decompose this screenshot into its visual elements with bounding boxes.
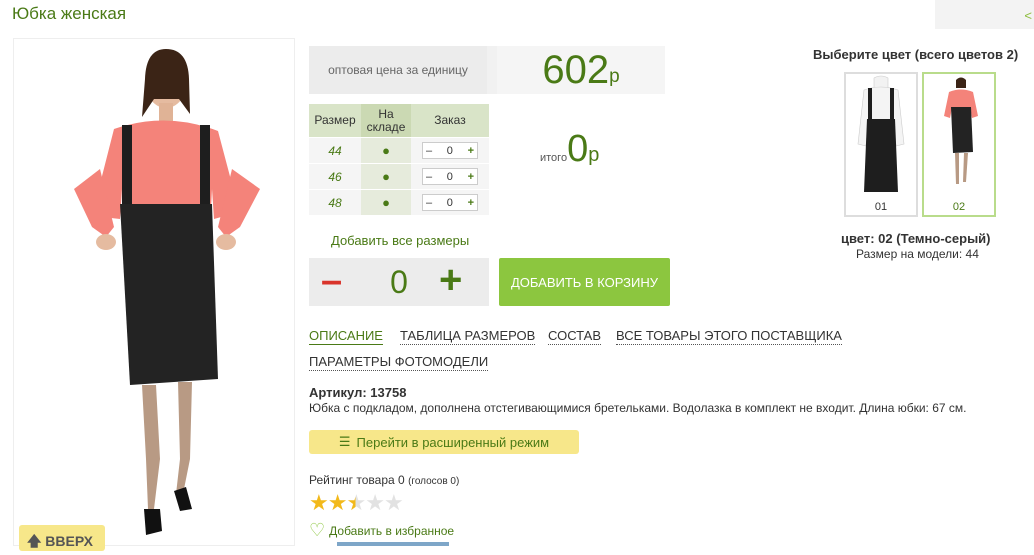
star-empty-icon[interactable]: ★ [384,490,404,515]
tab-size-table[interactable]: ТАБЛИЦА РАЗМЕРОВ [400,328,536,345]
rating-votes: (голосов 0) [408,476,460,487]
selected-color-name: цвет: 02 (Темно-серый) [841,231,991,246]
size-cell: 48 [309,189,361,215]
arrow-up-icon: 🡅 [27,533,42,549]
add-to-favorites-link[interactable]: ♡ Добавить в избранное [309,520,454,541]
color-code: 02 [952,201,966,213]
scroll-up-label: ВВЕРХ [45,533,93,549]
quantity-increment-button[interactable]: + [439,258,462,303]
total: итого0р [540,128,599,171]
price-currency: р [609,66,620,87]
size-cell: 44 [309,137,361,164]
social-share-icons[interactable] [337,542,449,546]
decrement-button[interactable]: – [426,145,432,157]
increment-button[interactable]: + [468,197,474,209]
rating-value: 0 [398,473,405,487]
heart-icon: ♡ [309,520,326,540]
price-value: 602 [542,47,610,92]
article-number: Артикул: 13758 [309,385,407,400]
tab-description[interactable]: ОПИСАНИЕ [309,328,383,345]
qty-value[interactable]: 0 [447,197,453,209]
color-thumb-02[interactable]: 02 [922,72,996,217]
tab-model-parameters[interactable]: ПАРАМЕТРЫ ФОТОМОДЕЛИ [309,354,489,371]
quantity-decrement-button[interactable]: – [321,260,342,303]
quantity-value[interactable]: 0 [389,264,409,301]
decrement-button[interactable]: – [426,197,432,209]
star-empty-icon[interactable]: ★ [365,490,385,515]
color-chooser-title: Выберите цвет (всего цветов 2) [813,47,1019,62]
qty-stepper[interactable]: – 0 + [422,194,478,211]
table-row: 48 ● – 0 + [309,189,489,215]
star-icon[interactable]: ★ [309,490,329,515]
total-value: 0 [567,128,589,170]
tab-supplier-products[interactable]: ВСЕ ТОВАРЫ ЭТОГО ПОСТАВЩИКА [616,328,842,345]
total-label: итого [540,152,568,164]
table-row: 46 ● – 0 + [309,163,489,190]
total-currency: р [588,144,600,166]
in-stock-dot-icon: ● [361,163,411,190]
increment-button[interactable]: + [468,145,474,157]
price-value-box: 602 р [497,46,665,94]
advanced-mode-button[interactable]: ☰ Перейти в расширенный режим [309,430,579,454]
rating-stars[interactable]: ★★★★★ [309,490,404,516]
add-to-cart-button[interactable]: ДОБАВИТЬ В КОРЗИНУ [499,258,670,306]
model-photo-image [74,49,260,535]
product-photo[interactable] [13,38,295,546]
stock-header: На складе [361,104,411,138]
qty-value[interactable]: 0 [447,145,453,157]
decrement-button[interactable]: – [426,171,432,183]
in-stock-dot-icon: ● [361,189,411,215]
advanced-mode-label: Перейти в расширенный режим [356,434,550,450]
add-all-sizes-link[interactable]: Добавить все размеры [331,233,469,248]
qty-value[interactable]: 0 [447,171,453,183]
order-header: Заказ [411,104,489,138]
color-code: 01 [874,201,888,213]
top-right-tab[interactable]: < [935,0,1034,29]
qty-stepper[interactable]: – 0 + [422,168,478,185]
scroll-up-button[interactable]: 🡅 ВВЕРХ [19,525,105,551]
size-table: Размер На складе Заказ 44 ● – 0 + 46 ● – 0 +… [309,104,489,215]
list-icon: ☰ [338,434,351,449]
star-half-icon[interactable]: ★ [346,490,366,515]
rating-label: Рейтинг товара [309,473,395,487]
arrow-left-icon: < [1024,8,1032,23]
product-description: Юбка с подкладом, дополнена отстегивающи… [309,401,967,415]
rating-line: Рейтинг товара 0 (голосов 0) [309,473,459,487]
favorites-label: Добавить в избранное [329,523,455,538]
star-icon[interactable]: ★ [328,490,348,515]
quantity-stepper: – 0 + [309,258,489,306]
increment-button[interactable]: + [468,171,474,183]
size-header: Размер [309,104,361,138]
in-stock-dot-icon: ● [361,137,411,164]
price-label: оптовая цена за единицу [309,46,487,94]
size-cell: 46 [309,163,361,190]
model-size: Размер на модели: 44 [856,247,979,261]
price-box: оптовая цена за единицу 602 р [309,46,665,94]
color-thumb-image [857,75,905,192]
page-title: Юбка женская [12,4,127,23]
color-thumb-01[interactable]: 01 [844,72,918,217]
tab-composition[interactable]: СОСТАВ [548,328,602,345]
table-row: 44 ● – 0 + [309,137,489,164]
color-thumb-image [944,77,978,184]
qty-stepper[interactable]: – 0 + [422,142,478,159]
